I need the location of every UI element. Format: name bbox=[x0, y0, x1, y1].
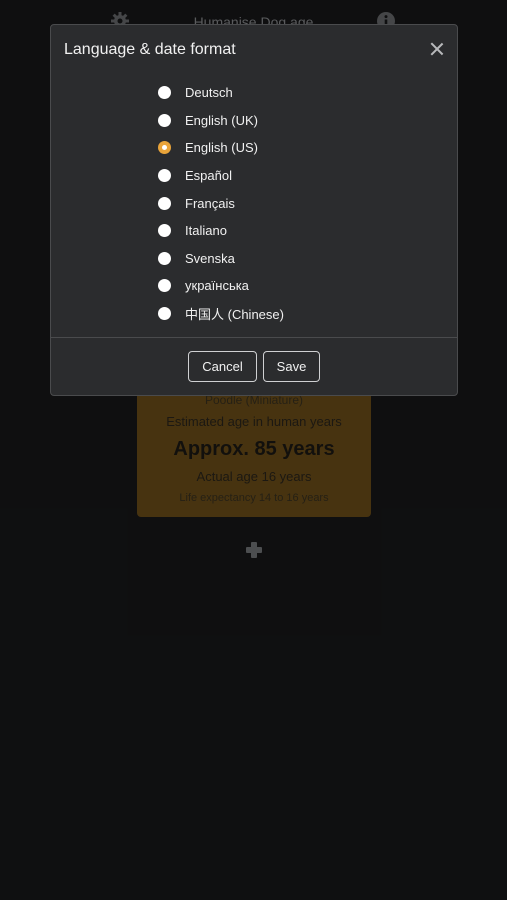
radio-unchecked[interactable] bbox=[158, 224, 171, 238]
save-button[interactable]: Save bbox=[263, 351, 320, 382]
radio-unchecked[interactable] bbox=[158, 86, 171, 100]
radio-unchecked[interactable] bbox=[158, 169, 171, 183]
dialog-footer: Cancel Save bbox=[51, 351, 457, 383]
language-option-label: українська bbox=[185, 278, 249, 294]
language-option[interactable]: українська bbox=[158, 272, 284, 300]
radio-unchecked[interactable] bbox=[158, 279, 171, 293]
language-option-label: English (UK) bbox=[185, 112, 258, 128]
radio-unchecked[interactable] bbox=[158, 307, 171, 321]
language-option[interactable]: English (UK) bbox=[158, 107, 284, 135]
language-option-label: English (US) bbox=[185, 140, 258, 156]
radio-unchecked[interactable] bbox=[158, 196, 171, 210]
dialog-title: Language & date format bbox=[64, 41, 236, 58]
language-option-label: Svenska bbox=[185, 250, 235, 266]
language-option-label: Français bbox=[185, 195, 235, 211]
app-screen: Humanise Dog age Poodle (Miniature) Esti… bbox=[0, 0, 507, 900]
language-option[interactable]: Deutsch bbox=[158, 79, 284, 107]
radio-unchecked[interactable] bbox=[158, 113, 171, 127]
language-option[interactable]: 中国人 (Chinese) bbox=[158, 300, 284, 328]
language-option[interactable]: Svenska bbox=[158, 245, 284, 273]
radio-checked[interactable] bbox=[158, 141, 171, 155]
divider bbox=[51, 337, 457, 338]
language-option[interactable]: Español bbox=[158, 162, 284, 190]
language-option-label: Italiano bbox=[185, 223, 227, 239]
language-options: Deutsch English (UK) English (US) Español Fr… bbox=[158, 79, 284, 327]
language-option-label: 中国人 (Chinese) bbox=[185, 307, 284, 323]
radio-unchecked[interactable] bbox=[158, 251, 171, 265]
dialog-header: Language & date format bbox=[51, 25, 457, 75]
close-icon[interactable] bbox=[427, 39, 447, 59]
language-dialog: Language & date format Deutsch English (U… bbox=[50, 24, 458, 396]
language-option[interactable]: English (US) bbox=[158, 134, 284, 162]
language-option[interactable]: Français bbox=[158, 189, 284, 217]
language-option-label: Deutsch bbox=[185, 85, 233, 101]
language-option-label: Español bbox=[185, 168, 232, 184]
language-option[interactable]: Italiano bbox=[158, 217, 284, 245]
cancel-button[interactable]: Cancel bbox=[188, 351, 257, 382]
